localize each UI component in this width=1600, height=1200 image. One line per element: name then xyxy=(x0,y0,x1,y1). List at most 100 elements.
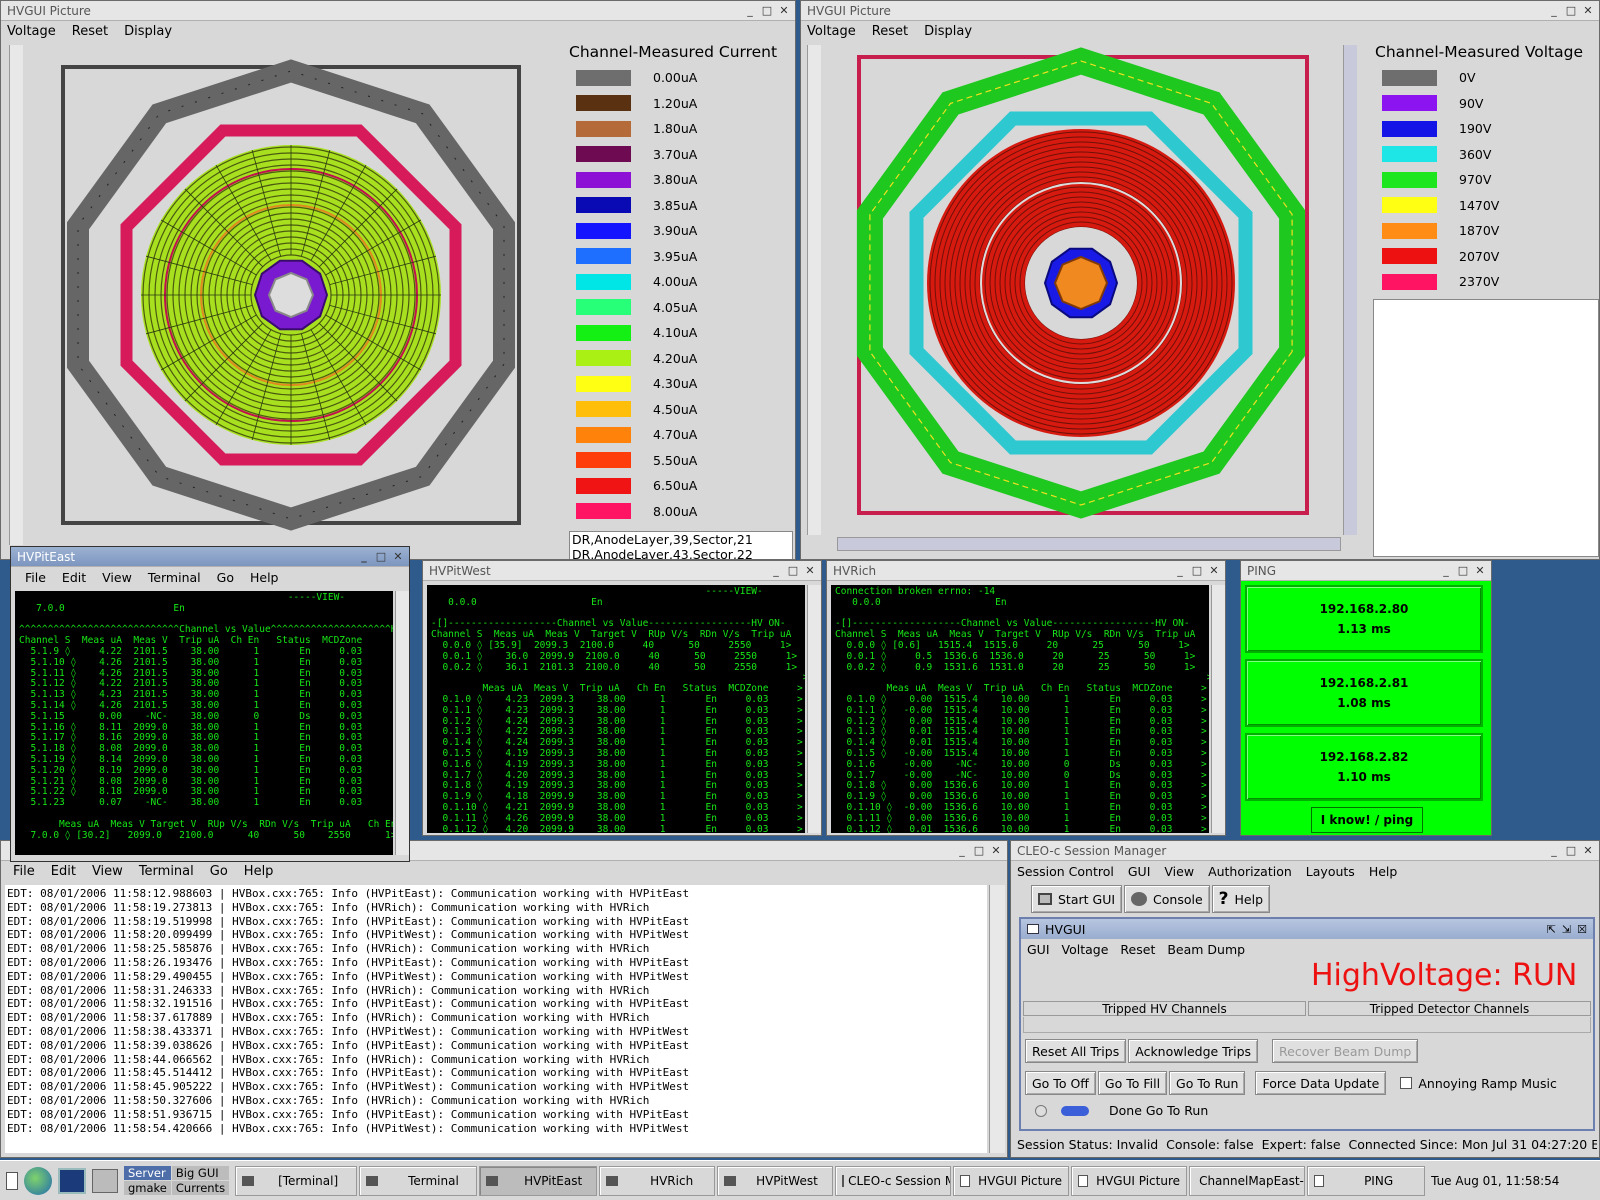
task-terminal-2[interactable]: Terminal xyxy=(359,1165,478,1196)
recover-beam-dump-button[interactable]: Recover Beam Dump xyxy=(1272,1039,1419,1063)
left-scrollbar[interactable] xyxy=(807,45,821,535)
show-desktop-icon[interactable] xyxy=(6,1171,18,1190)
title-bar[interactable]: HVGUI Picture _ □ ✕ xyxy=(801,1,1599,21)
hvpitwest-terminal[interactable]: -----VIEW- 0.0.0 En -[]-----------------… xyxy=(427,585,805,833)
task-hvgui-picture-2[interactable]: HVGUI Picture xyxy=(1071,1165,1188,1196)
menu-reset[interactable]: Reset xyxy=(72,24,108,39)
menu-view[interactable]: View xyxy=(1164,864,1194,879)
force-data-update-button[interactable]: Force Data Update xyxy=(1255,1071,1387,1095)
detector-voltage-map[interactable] xyxy=(825,45,1325,535)
menu-display[interactable]: Display xyxy=(124,24,172,39)
menu-voltage[interactable]: Voltage xyxy=(1062,942,1109,957)
menu-display[interactable]: Display xyxy=(924,24,972,39)
title-bar[interactable]: HVGUI Picture _ □ ✕ xyxy=(1,1,795,21)
maximize-icon[interactable]: □ xyxy=(786,564,800,578)
task-hvpiteast[interactable]: HVPitEast xyxy=(479,1165,598,1196)
minimize-icon[interactable]: _ xyxy=(1547,4,1561,18)
task-channelmap[interactable]: ChannelMapEast- xyxy=(1189,1165,1306,1196)
minimize-icon[interactable]: _ xyxy=(955,844,969,858)
start-gui-button[interactable]: Start GUI xyxy=(1031,885,1123,913)
file-manager-icon[interactable] xyxy=(92,1168,118,1193)
menu-gui[interactable]: GUI xyxy=(1027,942,1050,957)
menu-session-control[interactable]: Session Control xyxy=(1017,864,1114,879)
menu-file[interactable]: File xyxy=(13,864,35,879)
menu-authorization[interactable]: Authorization xyxy=(1208,864,1292,879)
close-icon[interactable]: ✕ xyxy=(989,844,1003,858)
menu-view[interactable]: View xyxy=(102,570,132,585)
task-session-manager[interactable]: CLEO-c Session M xyxy=(835,1165,952,1196)
menu-beam-dump[interactable]: Beam Dump xyxy=(1167,942,1245,957)
menu-edit[interactable]: Edit xyxy=(62,570,86,585)
hvpiteast-terminal[interactable]: -----VIEW- 7.0.0 En ^^^^^^^^^^^^^^^^^^^^… xyxy=(15,591,393,855)
maximize-icon[interactable]: □ xyxy=(1564,844,1578,858)
minimize-icon[interactable]: _ xyxy=(1173,564,1187,578)
browser-globe-icon[interactable] xyxy=(24,1166,52,1195)
maximize-icon[interactable]: □ xyxy=(1456,564,1470,578)
menu-voltage[interactable]: Voltage xyxy=(807,24,856,39)
menu-help[interactable]: Help xyxy=(250,570,279,585)
maximize-icon[interactable]: ⇲ xyxy=(1562,923,1571,936)
go-to-fill-button[interactable]: Go To Fill xyxy=(1097,1071,1168,1095)
log-scrollbar[interactable] xyxy=(989,885,1005,1153)
menu-go[interactable]: Go xyxy=(210,864,228,879)
menu-go[interactable]: Go xyxy=(217,570,234,585)
maximize-icon[interactable]: □ xyxy=(972,844,986,858)
task-hvgui-picture-1[interactable]: HVGUI Picture xyxy=(953,1165,1070,1196)
minimize-icon[interactable]: _ xyxy=(769,564,783,578)
console-button[interactable]: Console xyxy=(1124,885,1210,913)
task-terminal-1[interactable]: [Terminal] xyxy=(235,1165,358,1196)
music-checkbox[interactable] xyxy=(1400,1077,1413,1089)
close-icon[interactable]: ✕ xyxy=(803,564,817,578)
menu-reset[interactable]: Reset xyxy=(1120,942,1155,957)
internal-title-bar[interactable]: HVGUI ⇱ ⇲ ☒ xyxy=(1021,919,1593,939)
minimize-icon[interactable]: _ xyxy=(1547,844,1561,858)
close-icon[interactable]: ✕ xyxy=(777,4,791,18)
terminal-scrollbar[interactable] xyxy=(395,591,409,855)
menu-help[interactable]: Help xyxy=(244,864,274,879)
menu-help[interactable]: Help xyxy=(1369,864,1398,879)
right-scrollbar[interactable] xyxy=(1343,45,1357,535)
ping-ack-button[interactable]: I know! / ping xyxy=(1311,807,1423,833)
menu-file[interactable]: File xyxy=(25,570,46,585)
go-to-off-button[interactable]: Go To Off xyxy=(1025,1071,1096,1095)
menu-terminal[interactable]: Terminal xyxy=(139,864,194,879)
close-icon[interactable]: ✕ xyxy=(1473,564,1487,578)
maximize-icon[interactable]: □ xyxy=(1564,4,1578,18)
terminal-launcher-icon[interactable] xyxy=(58,1167,86,1194)
hvrich-terminal[interactable]: Connection broken errno: -14 0.0.0 En -[… xyxy=(831,585,1209,833)
minimize-icon[interactable]: _ xyxy=(743,4,757,18)
gmake-launcher[interactable]: gmake xyxy=(124,1181,171,1195)
terminal-scrollbar[interactable] xyxy=(807,585,821,833)
close-icon[interactable]: ☒ xyxy=(1577,923,1587,936)
menu-terminal[interactable]: Terminal xyxy=(148,570,201,585)
title-bar[interactable]: CLEO-c Session Manager _ □ ✕ xyxy=(1011,841,1599,861)
task-ping[interactable]: PING xyxy=(1307,1165,1426,1196)
terminal-scrollbar[interactable] xyxy=(1211,585,1225,833)
minimize-icon[interactable]: _ xyxy=(1439,564,1453,578)
minimize-icon[interactable]: _ xyxy=(357,550,371,564)
title-bar[interactable]: PING _ □ ✕ xyxy=(1241,561,1491,581)
title-bar[interactable]: HVPitEast _ □ ✕ xyxy=(11,547,409,567)
acknowledge-trips-button[interactable]: Acknowledge Trips xyxy=(1128,1039,1259,1063)
maximize-icon[interactable]: □ xyxy=(1190,564,1204,578)
title-bar[interactable]: HVRich _ □ ✕ xyxy=(827,561,1225,581)
detector-current-map[interactable] xyxy=(27,45,557,545)
maximize-icon[interactable]: □ xyxy=(760,4,774,18)
big-gui-launcher[interactable]: Big GUI xyxy=(171,1166,230,1180)
reset-all-trips-button[interactable]: Reset All Trips xyxy=(1025,1039,1127,1063)
left-scrollbar[interactable] xyxy=(9,45,23,545)
help-button[interactable]: ? Help xyxy=(1211,885,1271,913)
task-hvrich[interactable]: HVRich xyxy=(599,1165,716,1196)
menu-voltage[interactable]: Voltage xyxy=(7,24,56,39)
title-bar[interactable]: HVPitWest _ □ ✕ xyxy=(423,561,821,581)
server-launcher[interactable]: Server xyxy=(124,1166,171,1180)
currents-launcher[interactable]: Currents xyxy=(171,1181,230,1195)
close-icon[interactable]: ✕ xyxy=(1581,844,1595,858)
menu-layouts[interactable]: Layouts xyxy=(1306,864,1355,879)
menu-view[interactable]: View xyxy=(92,864,123,879)
task-hvpitwest[interactable]: HVPitWest xyxy=(717,1165,834,1196)
iconify-icon[interactable]: ⇱ xyxy=(1547,923,1556,936)
close-icon[interactable]: ✕ xyxy=(1207,564,1221,578)
menu-reset[interactable]: Reset xyxy=(872,24,908,39)
maximize-icon[interactable]: □ xyxy=(374,550,388,564)
